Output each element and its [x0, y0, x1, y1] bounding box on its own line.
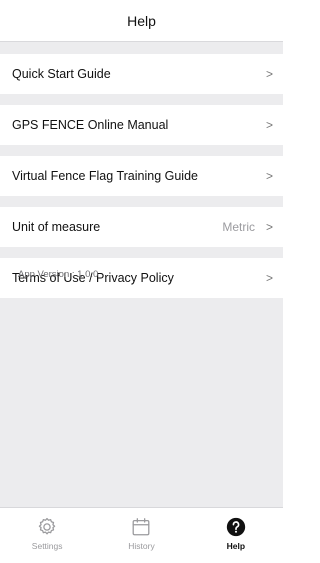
chevron-right-icon: >: [265, 67, 273, 81]
chevron-right-icon: >: [265, 220, 273, 234]
tab-settings[interactable]: Settings: [0, 508, 94, 563]
menu-item-unit-of-measure[interactable]: Unit of measure Metric >: [0, 207, 283, 247]
menu-item-label: Virtual Fence Flag Training Guide: [12, 169, 198, 183]
chevron-right-icon: >: [265, 169, 273, 183]
menu-item-label: GPS FENCE Online Manual: [12, 118, 169, 132]
menu-item-label: Unit of measure: [12, 220, 101, 234]
tab-label: History: [128, 541, 155, 551]
page-title: Help: [127, 12, 156, 29]
tab-history[interactable]: History: [94, 508, 188, 563]
menu-item-quick-start-guide[interactable]: Quick Start Guide >: [0, 54, 283, 94]
header-bar: Help: [0, 0, 283, 42]
menu-item-training-guide[interactable]: Virtual Fence Flag Training Guide >: [0, 156, 283, 196]
chevron-right-icon: >: [265, 118, 273, 132]
menu-item-label: Quick Start Guide: [12, 67, 111, 81]
gear-icon: [38, 517, 56, 535]
tab-help[interactable]: Help: [189, 508, 283, 563]
app-screen: Help Quick Start Guide > GPS FENCE Onlin…: [0, 0, 283, 563]
question-circle-icon: [226, 517, 245, 537]
chevron-right-icon: >: [265, 271, 273, 285]
tab-label: Help: [226, 541, 246, 551]
unit-of-measure-value: Metric: [222, 220, 255, 234]
tab-label: Settings: [31, 541, 63, 551]
calendar-icon: [133, 518, 150, 536]
bottom-tab-bar: Settings History Help: [0, 507, 283, 563]
app-version-text: App Version : 1.0.0: [18, 269, 99, 280]
menu-item-online-manual[interactable]: GPS FENCE Online Manual >: [0, 105, 283, 145]
